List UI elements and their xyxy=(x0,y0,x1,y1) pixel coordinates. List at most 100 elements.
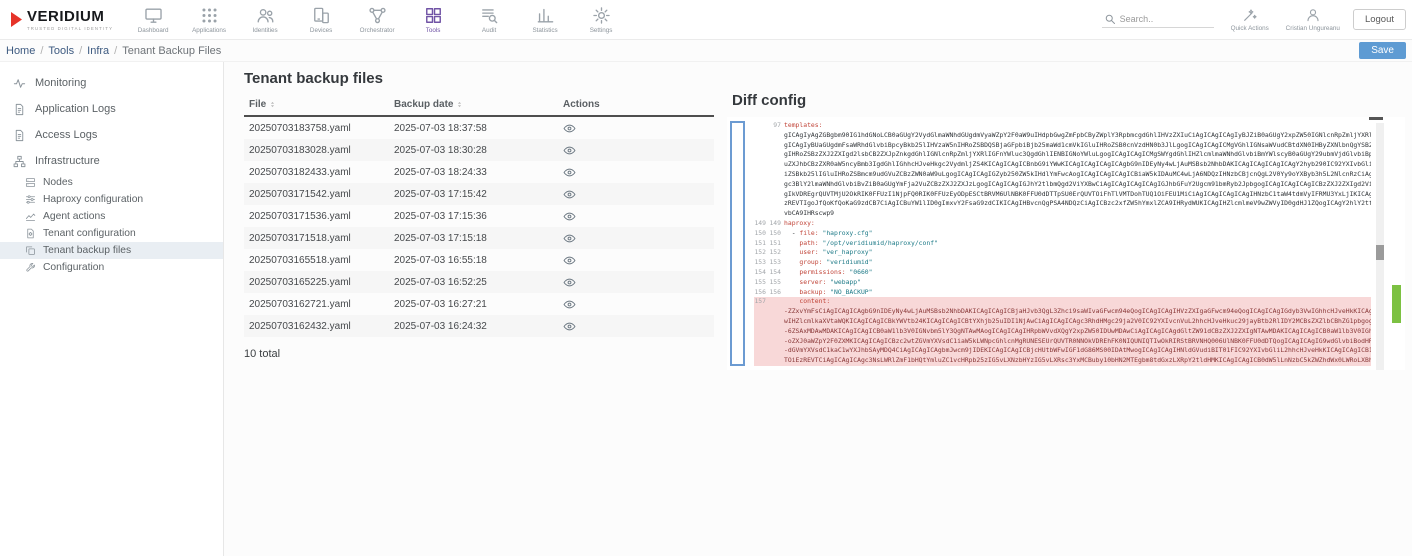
breadcrumb-item-tools[interactable]: Tools xyxy=(48,45,74,57)
old-line-number: 155 xyxy=(754,278,769,288)
sidebar-item-label: Haproxy configuration xyxy=(43,194,143,205)
diff-scrollbar[interactable] xyxy=(1376,123,1384,370)
diff-overview-gutter[interactable] xyxy=(730,121,745,366)
breadcrumb-item-infra[interactable]: Infra xyxy=(87,45,109,57)
document-icon xyxy=(13,103,26,116)
user-menu[interactable]: Cristian Ungureanu xyxy=(1286,7,1340,32)
diff-line-text: permissions: "0660" xyxy=(784,268,873,278)
nav-item-tools[interactable]: Tools xyxy=(405,0,461,40)
nav-item-dashboard[interactable]: Dashboard xyxy=(125,0,181,40)
view-backup-icon[interactable] xyxy=(563,144,576,157)
sidebar-item-application-logs[interactable]: Application Logs xyxy=(0,96,223,122)
diff-line-text: gIHRoZSBzZXJ2ZXIgd2lsbCB2ZXJpZnkgdGhlIGN… xyxy=(784,150,1371,160)
quick-actions-label: Quick Actions xyxy=(1231,25,1269,32)
view-backup-icon[interactable] xyxy=(563,276,576,289)
breadcrumb-item-home[interactable]: Home xyxy=(6,45,35,57)
old-line-number xyxy=(754,170,769,180)
pulse-icon xyxy=(13,77,26,90)
table-row: 20250703165225.yaml2025-07-03 16:52:25 xyxy=(244,271,714,293)
sidebar-item-agent-actions[interactable]: Agent actions xyxy=(0,208,223,225)
view-backup-icon[interactable] xyxy=(563,298,576,311)
new-line-number: 150 xyxy=(769,229,784,239)
view-backup-icon[interactable] xyxy=(563,210,576,223)
nav-item-applications[interactable]: Applications xyxy=(181,0,237,40)
diff-line-text: content: xyxy=(784,297,830,307)
column-header-backup-date[interactable]: Backup date xyxy=(394,99,563,110)
backup-date: 2025-07-03 16:55:18 xyxy=(394,255,563,266)
diff-line-text: vbCA9IHRscwp9 xyxy=(784,209,834,219)
minimap-added-marker xyxy=(1392,285,1401,323)
diff-line: -oZXJ0aWZpY2F0ZXMKICAgICAgICBzc2wtZGVmYX… xyxy=(754,337,1371,347)
backup-file-name: 20250703182433.yaml xyxy=(244,167,394,178)
nav-item-identities[interactable]: Identities xyxy=(237,0,293,40)
diff-line: gICAgIyAgZGBgbm90IG1hdGNoLCB0aGUgY2VydGl… xyxy=(754,131,1371,141)
diff-line: -ZZxvYmFsCiAgICAgICAgbG9nIDEyNy4wLjAuMSB… xyxy=(754,307,1371,317)
doc-gear-icon xyxy=(25,228,36,239)
nav-item-settings[interactable]: Settings xyxy=(573,0,629,40)
quick-actions-button[interactable]: Quick Actions xyxy=(1227,7,1273,32)
diff-line-text: backup: "NO_BACKUP" xyxy=(784,288,873,298)
diff-panel: Diff config 97templates:gICAgIyAgZGBgbm9… xyxy=(727,92,1405,370)
sliders-icon xyxy=(25,194,36,205)
breadcrumb-item-tenant-backup-files: Tenant Backup Files xyxy=(122,45,221,57)
table-row: 20250703171536.yaml2025-07-03 17:15:36 xyxy=(244,205,714,227)
nav-item-orchestrator[interactable]: Orchestrator xyxy=(349,0,405,40)
backup-file-name: 20250703183028.yaml xyxy=(244,145,394,156)
sidebar-item-tenant-backup-files[interactable]: Tenant backup files xyxy=(0,242,223,259)
view-backup-icon[interactable] xyxy=(563,122,576,135)
new-line-number: 155 xyxy=(769,278,784,288)
diff-line: 97templates: xyxy=(754,121,1371,131)
view-backup-icon[interactable] xyxy=(563,166,576,179)
nav-item-statistics[interactable]: Statistics xyxy=(517,0,573,40)
search-box xyxy=(1102,11,1214,28)
view-backup-icon[interactable] xyxy=(563,254,576,267)
table-row: 20250703183758.yaml2025-07-03 18:37:58 xyxy=(244,117,714,139)
scrollbar-thumb[interactable] xyxy=(1376,245,1384,260)
logout-button[interactable]: Logout xyxy=(1353,9,1406,30)
diff-line: gIHRoZSBzZXJ2ZXIgd2lsbCB2ZXJpZnkgdGhlIGN… xyxy=(754,150,1371,160)
sidebar-item-haproxy-configuration[interactable]: Haproxy configuration xyxy=(0,191,223,208)
search-input[interactable] xyxy=(1120,14,1212,24)
new-line-number: 151 xyxy=(769,239,784,249)
sidebar-item-monitoring[interactable]: Monitoring xyxy=(0,70,223,96)
veridium-logo[interactable]: VERIDIUM TRUSTED DIGITAL IDENTITY xyxy=(0,8,121,31)
save-button[interactable]: Save xyxy=(1359,42,1406,59)
dots-grid-icon xyxy=(200,6,219,25)
new-line-number: 97 xyxy=(769,121,784,131)
sidebar-item-access-logs[interactable]: Access Logs xyxy=(0,122,223,148)
search-icon[interactable] xyxy=(1104,13,1116,25)
view-backup-icon[interactable] xyxy=(563,188,576,201)
document-icon xyxy=(13,129,26,142)
old-line-number xyxy=(754,150,769,160)
table-row: 20250703171518.yaml2025-07-03 17:15:18 xyxy=(244,227,714,249)
old-line-number xyxy=(754,199,769,209)
column-header-file[interactable]: File xyxy=(244,99,394,110)
activity-icon xyxy=(25,211,36,222)
new-line-number xyxy=(769,180,784,190)
diff-minimap[interactable] xyxy=(1392,117,1401,370)
collapse-handle[interactable] xyxy=(1369,117,1383,120)
view-backup-icon[interactable] xyxy=(563,320,576,333)
sort-icon xyxy=(456,100,463,109)
nav-item-label: Statistics xyxy=(532,27,557,34)
column-header-actions[interactable]: Actions xyxy=(563,99,714,110)
sidebar-item-label: Infrastructure xyxy=(35,155,100,167)
view-backup-icon[interactable] xyxy=(563,232,576,245)
old-line-number: 151 xyxy=(754,239,769,249)
diff-line: 156156 backup: "NO_BACKUP" xyxy=(754,288,1371,298)
sidebar-item-configuration[interactable]: Configuration xyxy=(0,259,223,276)
sidebar-item-infrastructure[interactable]: Infrastructure xyxy=(0,148,223,174)
user-name: Cristian Ungureanu xyxy=(1286,25,1340,32)
diff-lines: 97templates:gICAgIyAgZGBgbm90IG1hdGNoLCB… xyxy=(754,121,1371,370)
diff-title: Diff config xyxy=(727,92,1405,109)
sidebar-item-nodes[interactable]: Nodes xyxy=(0,174,223,191)
new-line-number xyxy=(769,356,784,366)
hierarchy-icon xyxy=(13,155,26,168)
nav-item-audit[interactable]: Audit xyxy=(461,0,517,40)
nav-item-devices[interactable]: Devices xyxy=(293,0,349,40)
nav-item-label: Dashboard xyxy=(138,27,169,34)
sidebar-item-tenant-configuration[interactable]: Tenant configuration xyxy=(0,225,223,242)
diff-line: -dGVmYXVsdC1kaC1wYXJhbSAyMDQ4CiAgICAgICA… xyxy=(754,346,1371,356)
sidebar: MonitoringApplication LogsAccess Logs Inf… xyxy=(0,62,224,556)
user-icon xyxy=(1305,7,1321,23)
